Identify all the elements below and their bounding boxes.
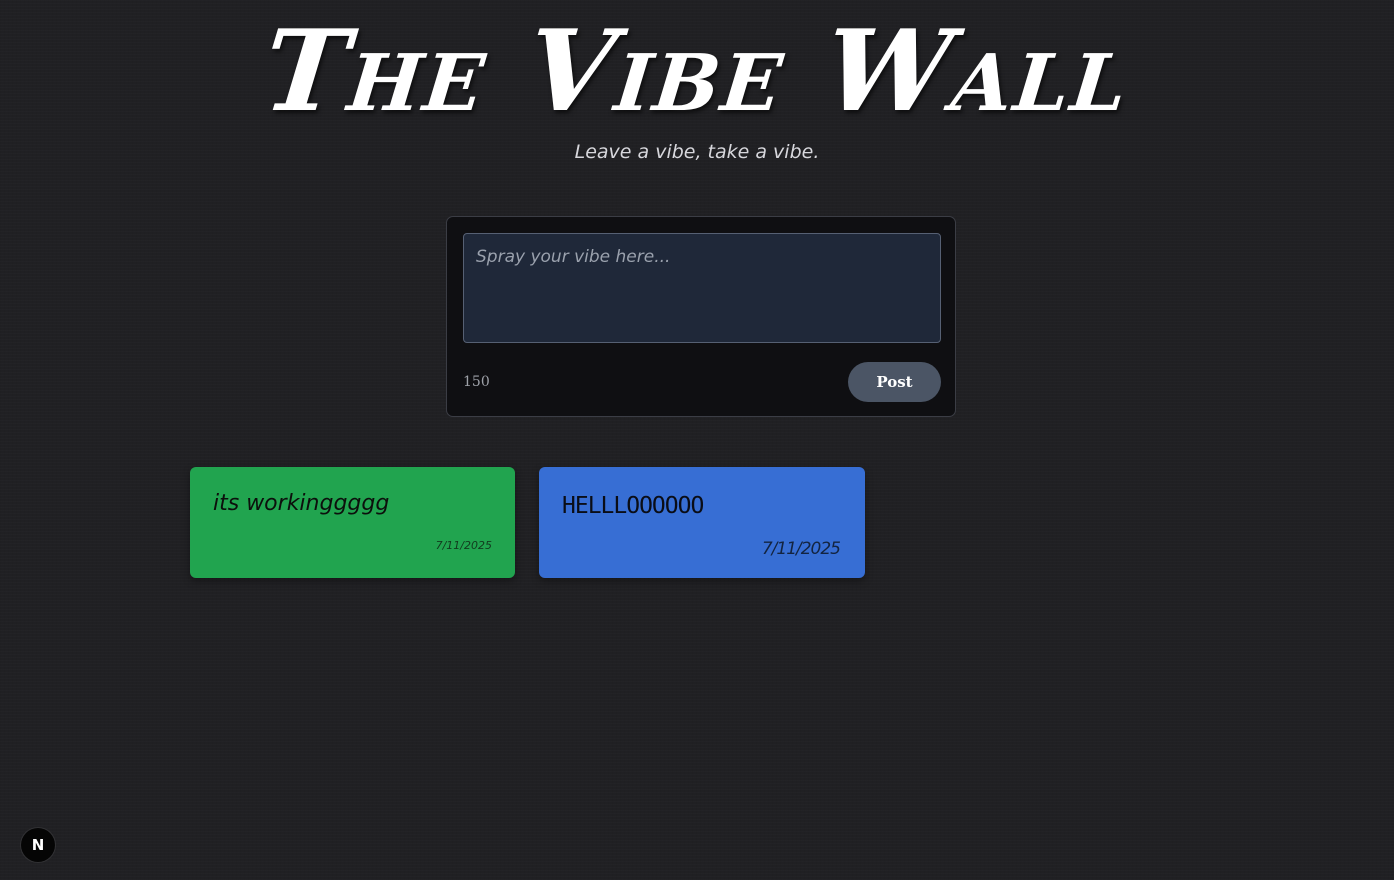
vibe-note: HELLLOOOOOO 7/11/2025	[539, 467, 865, 578]
note-date: 7/11/2025	[761, 539, 841, 559]
note-text: its workinggggg	[213, 491, 390, 516]
vibe-input[interactable]	[463, 233, 941, 343]
page-subtitle: Leave a vibe, take a vibe.	[574, 141, 820, 163]
page-title: The Vibe Wall	[257, 6, 1137, 137]
note-text: HELLLOOOOOO	[562, 493, 704, 519]
character-count: 150	[463, 374, 490, 390]
note-date: 7/11/2025	[435, 539, 492, 552]
vibe-note: its workinggggg 7/11/2025	[190, 467, 515, 578]
vibe-composer: 150 Post	[446, 216, 956, 417]
nextjs-icon[interactable]: N	[21, 828, 55, 862]
post-button[interactable]: Post	[848, 362, 941, 402]
